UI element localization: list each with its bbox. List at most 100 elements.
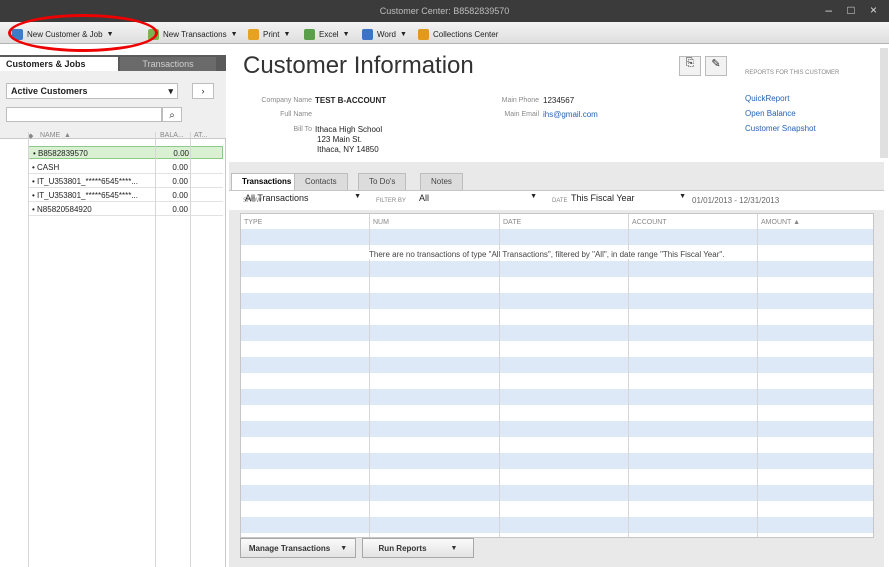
empty-table-message: There are no transactions of type "All T… bbox=[369, 250, 725, 259]
date-select[interactable]: This Fiscal Year ▼ bbox=[571, 193, 691, 207]
print-button[interactable]: Print ▼ bbox=[248, 27, 290, 41]
customer-balance: 0.00 bbox=[172, 205, 188, 214]
main-email-label: Main Email bbox=[504, 111, 539, 118]
chevron-down-icon: ▼ bbox=[399, 30, 407, 38]
customer-list-header: ◆ NAME ▲ BALA... AT... bbox=[28, 132, 223, 145]
customer-name: • CASH bbox=[32, 163, 60, 172]
manage-transactions-label: Manage Transactions bbox=[248, 543, 331, 553]
expand-button[interactable]: › bbox=[192, 83, 214, 99]
column-divider bbox=[28, 132, 29, 567]
filter-by-select[interactable]: All ▼ bbox=[419, 193, 539, 207]
print-label: Print bbox=[263, 29, 280, 39]
col-num[interactable]: NUM bbox=[373, 219, 389, 226]
company-name-value: TEST B-ACCOUNT bbox=[315, 96, 387, 105]
customer-information-panel: Customer Information ⎘ ✎ Company Name TE… bbox=[229, 48, 884, 158]
customer-balance: 0.00 bbox=[172, 177, 188, 186]
excel-button[interactable]: Excel ▼ bbox=[304, 27, 350, 41]
column-divider bbox=[628, 214, 629, 537]
table-row bbox=[241, 389, 873, 405]
table-row bbox=[241, 517, 873, 533]
column-divider bbox=[155, 132, 156, 567]
customer-balance: 0.00 bbox=[172, 191, 188, 200]
word-button[interactable]: Word ▼ bbox=[362, 27, 407, 41]
table-row bbox=[241, 229, 873, 245]
collections-center-label: Collections Center bbox=[433, 29, 499, 39]
run-reports-button[interactable]: Run Reports ▼ bbox=[362, 538, 474, 558]
customer-balance: 0.00 bbox=[172, 163, 188, 172]
list-item[interactable]: • CASH 0.00 bbox=[28, 161, 223, 174]
manage-transactions-button[interactable]: Manage Transactions ▼ bbox=[240, 538, 356, 558]
search-input[interactable] bbox=[6, 107, 162, 122]
attach-icon[interactable]: ⎘ bbox=[679, 56, 701, 76]
table-row bbox=[241, 501, 873, 517]
bill-to-line-3: Ithaca, NY 14850 bbox=[317, 145, 379, 154]
word-label: Word bbox=[377, 29, 396, 39]
date-label: DATE bbox=[552, 198, 568, 204]
table-row bbox=[241, 469, 873, 485]
collections-icon bbox=[418, 28, 429, 40]
bill-to-line-1: Ithaca High School bbox=[315, 125, 383, 134]
main-phone-label: Main Phone bbox=[501, 97, 539, 104]
customer-filter: Active Customers ▾ › ⌕ bbox=[0, 71, 226, 139]
chevron-down-icon: ▼ bbox=[354, 193, 361, 200]
customer-snapshot-link[interactable]: Customer Snapshot bbox=[745, 124, 816, 133]
open-balance-link[interactable]: Open Balance bbox=[745, 109, 796, 118]
filter-by-label: FILTER BY bbox=[376, 198, 406, 204]
annotation-ellipse bbox=[8, 14, 158, 52]
list-item[interactable]: • N85820584920 0.00 bbox=[28, 203, 223, 216]
col-type[interactable]: TYPE bbox=[244, 219, 262, 226]
bill-to-label: Bill To bbox=[293, 126, 312, 133]
table-row bbox=[241, 277, 873, 293]
quickreport-link[interactable]: QuickReport bbox=[745, 94, 789, 103]
chevron-down-icon: ▼ bbox=[342, 30, 350, 38]
left-tabs: Customers & Jobs Transactions bbox=[0, 55, 226, 71]
collections-center-button[interactable]: Collections Center bbox=[418, 27, 498, 41]
table-row bbox=[241, 293, 873, 309]
balance-column-header[interactable]: BALA... bbox=[160, 132, 184, 139]
attach-column-header[interactable]: AT... bbox=[194, 132, 207, 139]
tab-todos[interactable]: To Do's bbox=[358, 173, 407, 190]
filter-bar: SHOW All Transactions ▼ FILTER BY All ▼ … bbox=[229, 190, 884, 210]
table-row bbox=[241, 341, 873, 357]
list-item[interactable]: • IT_U353801_*****6545****... 0.00 bbox=[28, 175, 223, 188]
tab-transactions[interactable]: Transactions bbox=[231, 173, 303, 190]
column-divider bbox=[757, 214, 758, 537]
tab-customers-jobs[interactable]: Customers & Jobs bbox=[0, 57, 118, 71]
excel-label: Excel bbox=[319, 29, 339, 39]
window-controls[interactable]: – □ × bbox=[825, 3, 883, 17]
table-row bbox=[241, 325, 873, 341]
edit-icon[interactable]: ✎ bbox=[705, 56, 727, 76]
chevron-down-icon: ▼ bbox=[340, 544, 348, 552]
column-divider bbox=[369, 214, 370, 537]
col-amount[interactable]: AMOUNT ▲ bbox=[761, 219, 800, 226]
customer-name: • IT_U353801_*****6545****... bbox=[32, 191, 138, 200]
full-name-label: Full Name bbox=[280, 111, 312, 118]
list-item[interactable]: • IT_U353801_*****6545****... 0.00 bbox=[28, 189, 223, 202]
column-divider bbox=[499, 214, 500, 537]
active-customers-value: Active Customers bbox=[11, 86, 88, 96]
tab-notes[interactable]: Notes bbox=[420, 173, 463, 190]
tab-contacts[interactable]: Contacts bbox=[294, 173, 348, 190]
chevron-down-icon: ▼ bbox=[679, 193, 686, 200]
search-icon[interactable]: ⌕ bbox=[162, 107, 182, 122]
table-row bbox=[241, 421, 873, 437]
customer-name: • IT_U353801_*****6545****... bbox=[32, 177, 138, 186]
chevron-down-icon: ▼ bbox=[530, 193, 537, 200]
name-column-header[interactable]: NAME bbox=[40, 132, 60, 139]
new-transactions-label: New Transactions bbox=[163, 29, 227, 39]
show-select[interactable]: All Transactions ▼ bbox=[245, 193, 365, 207]
list-item[interactable]: • B8582839570 0.00 bbox=[28, 146, 223, 159]
col-date[interactable]: DATE bbox=[503, 219, 521, 226]
active-customers-select[interactable]: Active Customers ▾ bbox=[6, 83, 178, 99]
table-row bbox=[241, 453, 873, 469]
print-icon bbox=[248, 28, 259, 40]
new-transactions-button[interactable]: New Transactions ▼ bbox=[148, 27, 238, 41]
main-email-link[interactable]: ihs@gmail.com bbox=[543, 110, 598, 119]
tab-transactions-left[interactable]: Transactions bbox=[120, 57, 216, 71]
reports-header: REPORTS FOR THIS CUSTOMER bbox=[745, 70, 840, 76]
table-row bbox=[241, 373, 873, 389]
header-scrollbar[interactable] bbox=[880, 48, 888, 158]
chevron-down-icon: ▼ bbox=[450, 544, 458, 552]
col-account[interactable]: ACCOUNT bbox=[632, 219, 667, 226]
customer-name: • N85820584920 bbox=[32, 205, 92, 214]
